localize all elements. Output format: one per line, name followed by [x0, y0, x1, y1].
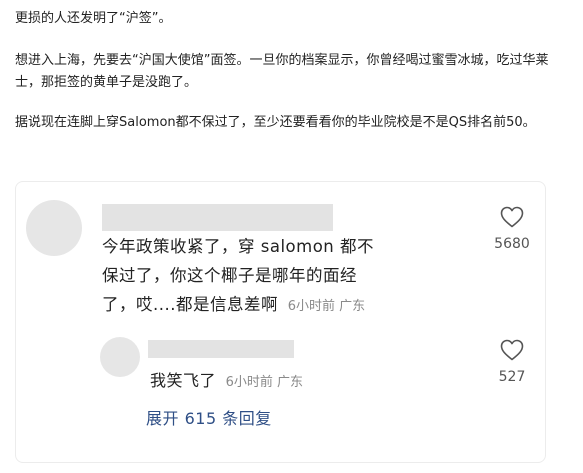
username-placeholder[interactable]: [102, 204, 333, 231]
article-paragraph: 更损的人还发明了“沪签”。: [15, 11, 172, 26]
heart-icon[interactable]: [482, 339, 542, 361]
reply-like-button[interactable]: 527: [482, 339, 542, 386]
like-count: 5680: [494, 236, 530, 252]
reply-username-placeholder[interactable]: [148, 340, 294, 358]
comment-time: 6小时前: [287, 299, 336, 314]
reply-location: 广东: [277, 375, 304, 390]
comment-meta: 6小时前 广东: [288, 299, 365, 314]
reply-avatar[interactable]: [100, 337, 140, 377]
expand-replies-link[interactable]: 展开 615 条回复: [146, 408, 272, 430]
reply-body: 我笑飞了 6小时前 广东: [150, 370, 303, 394]
article-paragraph: 想进入上海，先要去“沪国大使馆”面签。一旦你的档案显示，你曾经喝过蜜雪冰城，吃过…: [15, 53, 549, 90]
comment-location: 广东: [339, 299, 366, 314]
comment-body: 今年政策收紧了，穿 salomon 都不保过了，你这个椰子是哪年的面经了，哎..…: [102, 232, 382, 321]
reply-time: 6小时前: [225, 375, 273, 390]
article-paragraph: 据说现在连脚上穿Salomon都不保过了，至少还要看看你的毕业院校是不是QS排名…: [15, 115, 536, 130]
reply-like-count: 527: [498, 369, 526, 385]
article-body: 更损的人还发明了“沪签”。 想进入上海，先要去“沪国大使馆”面签。一旦你的档案显…: [15, 8, 555, 152]
comment-card: 今年政策收紧了，穿 salomon 都不保过了，你这个椰子是哪年的面经了，哎..…: [15, 181, 546, 463]
avatar[interactable]: [26, 200, 82, 256]
reply-text: 我笑飞了: [150, 371, 217, 390]
like-button[interactable]: 5680: [482, 206, 542, 253]
reply-meta: 6小时前 广东: [226, 375, 303, 390]
heart-icon[interactable]: [482, 206, 542, 228]
